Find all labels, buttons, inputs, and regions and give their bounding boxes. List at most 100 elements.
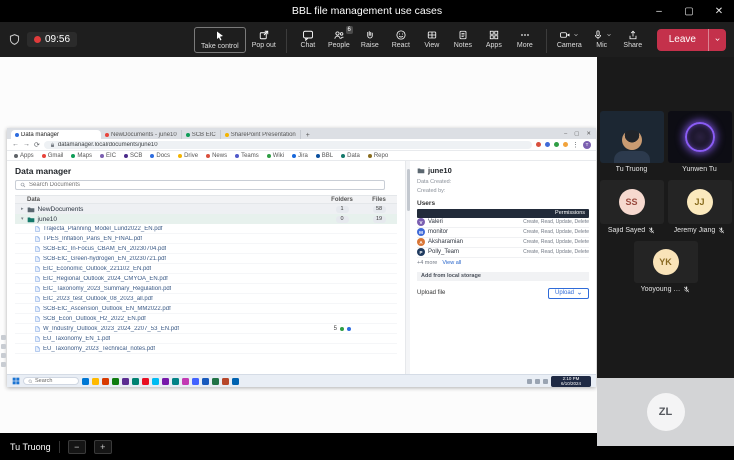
view-button[interactable]: View [418,27,446,51]
people-button[interactable]: 6 People [325,25,353,51]
view-all-link[interactable]: View all [442,260,461,266]
share-button[interactable]: Share [619,27,647,51]
close-button[interactable]: ✕ [704,0,734,22]
browser-menu-icon[interactable]: ⋮ [572,141,579,149]
taskbar-app-icon[interactable] [212,377,219,385]
shortcut-icon[interactable] [1,362,6,367]
mic-button[interactable]: Mic [588,27,616,51]
more-button[interactable]: More [511,27,539,51]
taskbar-app-icon[interactable] [232,377,239,385]
leave-options-chevron[interactable] [708,28,726,51]
maximize-button[interactable]: ▢ [574,131,579,137]
tray-icon[interactable] [535,378,540,384]
bookmark-item[interactable]: Repo [367,153,388,159]
extension-icon[interactable] [545,142,550,147]
shortcut-icon[interactable] [1,344,6,349]
minimize-button[interactable]: – [564,131,567,137]
taskbar-app-icon[interactable] [82,377,89,385]
upload-button[interactable]: Upload [547,287,589,299]
bookmark-item[interactable]: Wiki [266,153,284,159]
folder-row[interactable]: ▸ NewDocuments 1 58 [15,204,397,214]
file-row[interactable]: SCB-EIC_Green-hydrogen_EN_20230721.pdf [15,254,397,264]
taskbar-app-icon[interactable] [152,377,159,385]
shortcut-icon[interactable] [1,353,6,358]
user-row[interactable]: V Valeri Create, Read, Update, Delete [417,218,589,228]
user-row[interactable]: A Aksharamian Create, Read, Update, Dele… [417,238,589,248]
windows-start-icon[interactable] [12,377,20,385]
browser-tab[interactable]: SCB EIC [182,130,221,139]
file-row[interactable]: SCB_Econ_Outlook_H2_2022_EN.pdf [15,314,397,324]
taskbar-app-icon[interactable] [102,377,109,385]
bookmark-item[interactable]: Teams [235,153,259,159]
apps-button[interactable]: Apps [480,27,508,51]
file-row[interactable]: EU_Taxonomy_EN_1.pdf [15,334,397,344]
participant-tile[interactable]: SS Sajid Sayed [599,180,664,234]
taskbar-app-icon[interactable] [202,377,209,385]
taskbar-app-icon[interactable] [182,377,189,385]
file-row[interactable]: TPES_Inflation_Paris_EN_FINAL.pdf [15,234,397,244]
search-box[interactable] [15,180,385,190]
participant-tile-overflow[interactable]: ZL [597,378,734,446]
notes-button[interactable]: Notes [449,27,477,51]
bookmark-item[interactable]: Data [341,153,360,159]
chevron-down-icon[interactable] [606,32,612,38]
file-row[interactable]: Trajecta_Planning_Model_Lund2022_EN.pdf [15,224,397,234]
file-row[interactable]: W_Industry_Outlook_2023_2024_2207_53_EN.… [15,324,397,334]
bookmark-item[interactable]: Drive [178,153,198,159]
forward-button[interactable]: → [23,141,30,148]
taskbar-app-icon[interactable] [172,377,179,385]
taskbar-app-icon[interactable] [192,377,199,385]
address-bar[interactable]: datamanager.local/documents/june10 [43,140,532,149]
user-row[interactable]: M monitor Create, Read, Update, Delete [417,228,589,238]
taskbar-app-icon[interactable] [162,377,169,385]
file-row[interactable]: EIC_Regional_Outlook_2024_CMYOA_EN.pdf [15,274,397,284]
taskbar-app-icon[interactable] [142,377,149,385]
bookmark-item[interactable]: BBL [315,153,333,159]
browser-tab[interactable]: SharePoint Presentation [221,130,301,139]
bookmark-item[interactable]: Apps [14,153,34,159]
file-row[interactable]: EIC_Taxonomy_2023_Summary_Regulation.pdf [15,284,397,294]
participant-tile[interactable]: JJ Jeremy Jiang [667,180,732,234]
maximize-button[interactable]: ▢ [674,0,704,22]
zoom-out-button[interactable]: − [67,439,86,454]
extension-icon[interactable] [536,142,541,147]
clock[interactable]: 2:10 PM 6/10/2024 [551,375,591,387]
participant-tile[interactable]: Yunwen Tu [667,111,732,173]
browser-tab[interactable]: NewDocuments - june10 [101,130,182,139]
bookmark-item[interactable]: Maps [71,153,92,159]
bookmark-item[interactable]: Jira [292,153,308,159]
file-row[interactable]: EIC_Economic_Outlook_221102_EN.pdf [15,264,397,274]
participant-tile[interactable]: Tu Truong [599,111,664,173]
chat-button[interactable]: Chat [294,27,322,51]
minimize-button[interactable]: – [644,0,674,22]
shortcut-icon[interactable] [1,335,6,340]
expander-chevron-icon[interactable]: ▸ [21,206,24,212]
participant-tile[interactable]: YK Yooyoung … [633,241,698,293]
taskbar-app-icon[interactable] [92,377,99,385]
taskbar-app-icon[interactable] [122,377,129,385]
taskbar-app-icon[interactable] [112,377,119,385]
back-button[interactable]: ← [12,141,19,148]
bookmark-item[interactable]: Gmail [41,153,63,159]
bookmark-item[interactable]: EIC [100,153,116,159]
taskbar-app-icon[interactable] [132,377,139,385]
camera-button[interactable]: Camera [554,27,585,51]
expander-chevron-icon[interactable]: ▾ [21,216,24,222]
close-button[interactable]: ✕ [586,131,591,137]
file-row[interactable]: SCB-EIC_Ascension_Outlook_EN_MM2022.pdf [15,304,397,314]
file-row[interactable]: EIC_2023_test_Outlook_08_2023_all.pdf [15,294,397,304]
take-control-button[interactable]: Take control [193,26,246,53]
zoom-in-button[interactable]: + [93,439,112,454]
taskbar-search[interactable]: Search [23,377,79,385]
leave-button[interactable]: Leave [656,28,726,51]
folder-row-selected[interactable]: ▾ june10 0 19 [15,214,397,224]
new-tab-button[interactable]: + [301,132,315,139]
taskbar-app-icon[interactable] [222,377,229,385]
react-button[interactable]: React [387,27,415,51]
extension-icon[interactable] [563,142,568,147]
search-input[interactable] [29,182,380,188]
browser-profile-avatar[interactable]: T [583,140,591,149]
chevron-down-icon[interactable] [573,32,579,38]
raise-hand-button[interactable]: Raise [356,27,384,51]
bookmark-item[interactable]: News [206,153,227,159]
